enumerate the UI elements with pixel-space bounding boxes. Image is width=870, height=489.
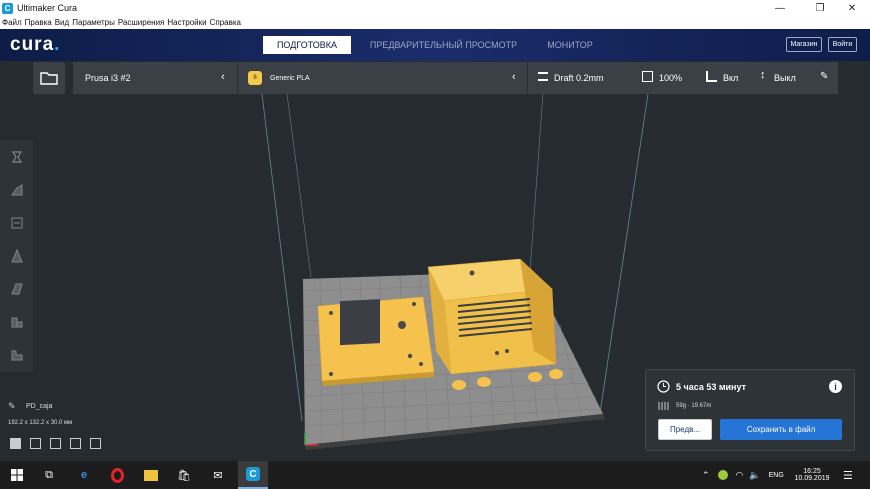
- windows-taskbar: ⧉ e 🛍 ✉ C ⌃ ◠ 🔈 ENG 16:25 10.09.2019 ☰: [0, 461, 870, 489]
- scale-tool-button[interactable]: [0, 173, 33, 206]
- move-icon: [11, 150, 22, 163]
- opera-browser-icon[interactable]: [106, 465, 128, 485]
- mirror-icon: [10, 248, 23, 262]
- print-time: 5 часа 53 минут: [676, 382, 747, 392]
- move-tool-button[interactable]: [0, 140, 33, 173]
- task-view-icon[interactable]: ⧉: [38, 465, 60, 485]
- infill-icon: [642, 71, 653, 82]
- mirror-tool-button[interactable]: [0, 239, 33, 272]
- clock-date: 10.09.2019: [794, 475, 830, 482]
- material-name: Generic PLA: [270, 74, 310, 82]
- file-explorer-icon[interactable]: [140, 465, 162, 485]
- store-icon[interactable]: 🛍: [173, 465, 195, 485]
- edge-browser-icon[interactable]: e: [73, 465, 95, 485]
- mail-icon[interactable]: ✉: [207, 465, 229, 485]
- cura-logo: cura.: [10, 34, 61, 55]
- tool-panel: [0, 140, 33, 372]
- adhesion-icon: ↕: [760, 69, 766, 81]
- printer-selector[interactable]: Prusa i3 #2 ‹: [73, 62, 237, 94]
- title-bar: C Ultimaker Cura — ❐ ✕: [0, 0, 870, 16]
- menu-extensions[interactable]: Расширения: [118, 18, 165, 27]
- support-blocker-icon: [11, 317, 22, 327]
- menu-view[interactable]: Вид: [55, 18, 69, 27]
- folder-icon: [40, 72, 58, 85]
- clock-icon: [657, 380, 670, 393]
- tab-monitor[interactable]: МОНИТОР: [535, 36, 605, 54]
- info-icon[interactable]: i: [829, 380, 842, 393]
- scale-icon: [10, 183, 22, 195]
- clock-time: 16:25: [803, 468, 821, 475]
- material-selector[interactable]: 8 Generic PLA ‹: [237, 62, 527, 94]
- infill-value: 100%: [659, 73, 683, 83]
- menu-file[interactable]: Файл: [2, 18, 22, 27]
- support-icon: [706, 71, 717, 82]
- extruder-badge-icon: 8: [248, 71, 262, 85]
- tab-prepare[interactable]: ПОДГОТОВКА: [263, 36, 351, 54]
- print-settings-selector[interactable]: Draft 0.2mm 100% Вкл ↕ Выкл ✎: [527, 62, 838, 94]
- layer-tool-button[interactable]: [0, 338, 33, 371]
- signin-button[interactable]: Войти: [828, 37, 857, 52]
- chevron-left-icon: ‹: [512, 71, 516, 83]
- view-front-icon[interactable]: [30, 438, 41, 449]
- per-model-settings-button[interactable]: [0, 272, 33, 305]
- close-button[interactable]: ✕: [832, 0, 870, 16]
- tab-preview[interactable]: ПРЕДВАРИТЕЛЬНЫЙ ПРОСМОТР: [366, 36, 521, 54]
- menu-settings[interactable]: Параметры: [72, 18, 115, 27]
- view-right-icon[interactable]: [90, 438, 101, 449]
- notifications-icon[interactable]: ☰: [843, 461, 853, 489]
- menu-preferences[interactable]: Настройки: [167, 18, 206, 27]
- view-orientation-bar: [10, 438, 101, 449]
- preview-button[interactable]: Предв...: [658, 419, 712, 440]
- app-header: cura. ПОДГОТОВКА ПРЕДВАРИТЕЛЬНЫЙ ПРОСМОТ…: [0, 29, 870, 61]
- language-indicator[interactable]: ENG: [769, 472, 784, 479]
- spool-icon: [658, 402, 669, 410]
- chevron-left-icon: ‹: [221, 71, 225, 83]
- minimize-button[interactable]: —: [760, 0, 800, 16]
- volume-icon[interactable]: 🔈: [749, 470, 760, 481]
- object-dimensions: 192.2 x 132.2 x 30.0 мм: [8, 420, 73, 426]
- windows-start-icon[interactable]: [6, 465, 28, 485]
- marketplace-button[interactable]: Магазин: [786, 37, 822, 52]
- profile-name: Draft 0.2mm: [554, 73, 604, 83]
- rotate-icon: [11, 217, 22, 228]
- view-top-icon[interactable]: [50, 438, 61, 449]
- edit-pencil-icon[interactable]: ✎: [820, 71, 828, 82]
- system-tray: ⌃ ◠ 🔈 ENG: [702, 461, 784, 489]
- material-usage: 59g · 19.67m: [676, 403, 712, 409]
- view-left-icon[interactable]: [70, 438, 81, 449]
- wifi-icon[interactable]: ◠: [736, 470, 744, 481]
- layer-icon: [11, 350, 22, 360]
- cura-app-icon: C: [2, 2, 13, 14]
- cura-taskbar-icon[interactable]: C: [238, 461, 268, 489]
- print-action-panel: 5 часа 53 минут i 59g · 19.67m Предв... …: [645, 369, 855, 451]
- window-title: Ultimaker Cura: [17, 3, 78, 13]
- tray-expand-icon[interactable]: ⌃: [702, 470, 710, 481]
- menu-bar: Файл Правка Вид Параметры Расширения Нас…: [0, 16, 870, 29]
- open-file-button[interactable]: [33, 62, 65, 94]
- rotate-tool-button[interactable]: [0, 206, 33, 239]
- support-blocker-button[interactable]: [0, 305, 33, 338]
- printer-name: Prusa i3 #2: [85, 73, 131, 83]
- profile-icon: [538, 72, 548, 81]
- support-value: Вкл: [723, 73, 739, 83]
- object-name: PD_caja: [26, 403, 53, 410]
- per-model-settings-icon: [10, 283, 23, 294]
- view-3d-icon[interactable]: [10, 438, 21, 449]
- adhesion-value: Выкл: [774, 73, 796, 83]
- menu-edit[interactable]: Правка: [25, 18, 52, 27]
- clock-area[interactable]: 16:25 10.09.2019: [792, 461, 832, 489]
- edit-name-pencil-icon[interactable]: ✎: [8, 401, 16, 412]
- menu-help[interactable]: Справка: [210, 18, 241, 27]
- tray-app-icon[interactable]: [717, 470, 728, 480]
- save-to-file-button[interactable]: Сохранить в файл: [720, 419, 842, 440]
